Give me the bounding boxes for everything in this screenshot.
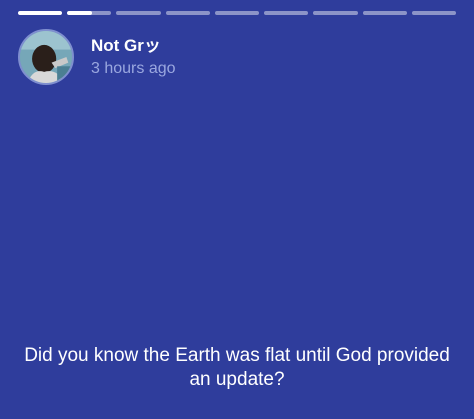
- story-progress-segment: [116, 11, 161, 15]
- story-progress-bars: [18, 11, 456, 15]
- story-progress-segment: [411, 11, 456, 15]
- story-progress-segment: [214, 11, 260, 15]
- story-progress-segment: [18, 11, 63, 15]
- story-progress-segment: [165, 11, 210, 15]
- story-progress-segment: [264, 11, 309, 15]
- story-progress-fill: [18, 11, 63, 15]
- story-header: Not Grッ 3 hours ago: [18, 29, 176, 85]
- avatar[interactable]: [18, 29, 74, 85]
- story-progress-segment: [313, 11, 358, 15]
- story-caption: Did you know the Earth was flat until Go…: [24, 345, 450, 390]
- post-timestamp: 3 hours ago: [91, 59, 176, 77]
- story-progress-segment: [362, 11, 407, 15]
- avatar-photo: [20, 31, 72, 83]
- story-progress-fill: [67, 11, 92, 15]
- username[interactable]: Not Grッ: [91, 36, 176, 56]
- story-progress-segment: [67, 11, 112, 15]
